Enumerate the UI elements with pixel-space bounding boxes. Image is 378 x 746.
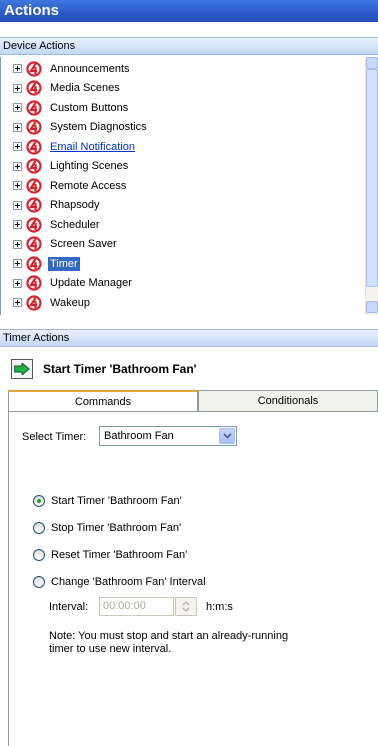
expand-plus-icon[interactable] (13, 259, 22, 268)
tree-item-label: Timer (48, 256, 80, 271)
tree-item[interactable]: Announcements (1, 59, 361, 78)
command-radio-option[interactable]: Stop Timer 'Bathroom Fan' (33, 520, 181, 536)
action-title: Start Timer 'Bathroom Fan' (43, 362, 197, 376)
expand-plus-icon[interactable] (13, 64, 22, 73)
tree-item[interactable]: Email Notification (1, 137, 361, 156)
interval-label: Interval: (49, 601, 89, 613)
control4-logo-icon (26, 99, 42, 116)
control4-logo-icon (26, 119, 42, 135)
control4-logo-icon (26, 138, 42, 155)
interval-spinner[interactable] (175, 597, 197, 616)
radio-label: Reset Timer 'Bathroom Fan' (51, 549, 188, 561)
radio-label: Start Timer 'Bathroom Fan' (51, 495, 182, 507)
control4-logo-icon (26, 236, 42, 252)
arrow-right-icon (14, 363, 30, 375)
expand-plus-icon[interactable] (13, 278, 22, 288)
expand-plus-icon[interactable] (13, 103, 22, 112)
command-radio-option[interactable]: Start Timer 'Bathroom Fan' (33, 493, 182, 509)
tree-item-label: Lighting Scenes (50, 160, 129, 172)
expand-plus-icon[interactable] (13, 142, 22, 151)
radio-label: Stop Timer 'Bathroom Fan' (51, 522, 182, 534)
tree-item-label: Media Scenes (50, 82, 120, 94)
interval-input[interactable]: 00:00:00 (99, 597, 174, 616)
tree-item[interactable]: Rhapsody (1, 196, 361, 215)
tree-item-label: Custom Buttons (50, 101, 129, 114)
tree-item-label: Wakeup (50, 296, 90, 309)
tree-item[interactable]: Update Manager (1, 274, 361, 293)
expand-plus-icon[interactable] (13, 181, 22, 190)
tree-item-label: System Diagnostics (50, 121, 147, 133)
timer-select-value: Bathroom Fan (104, 430, 174, 442)
tree-item-label: Scheduler (50, 218, 100, 231)
tree-item-label: Screen Saver (50, 238, 117, 250)
timer-select[interactable]: Bathroom Fan (99, 426, 237, 446)
tree-item[interactable]: System Diagnostics (1, 118, 361, 137)
control4-logo-icon (26, 275, 42, 291)
action-row: Start Timer 'Bathroom Fan' (0, 348, 378, 390)
control4-logo-icon (26, 60, 42, 77)
select-timer-label: Select Timer: (22, 431, 87, 443)
tree-item[interactable]: Custom Buttons (1, 98, 361, 117)
scroll-up-button[interactable] (366, 57, 378, 69)
expand-plus-icon[interactable] (13, 298, 22, 307)
expand-plus-icon[interactable] (13, 122, 22, 132)
tree-item[interactable]: Lighting Scenes (1, 157, 361, 176)
radio-button[interactable] (33, 522, 45, 534)
scroll-thumb[interactable] (366, 69, 378, 287)
tree-item[interactable]: Screen Saver (1, 235, 361, 254)
control4-logo-icon (26, 255, 42, 272)
tree-item-label: Rhapsody (50, 199, 100, 211)
tree-item[interactable]: Timer (1, 254, 361, 273)
tree-item[interactable]: Wakeup (1, 293, 361, 312)
control4-logo-icon (26, 177, 42, 194)
tree-item[interactable]: Media Scenes (1, 79, 361, 98)
spinner-arrows-icon (182, 601, 190, 612)
tab-strip: Commands Conditionals (0, 390, 378, 412)
tree-item[interactable]: Scheduler (1, 215, 361, 234)
tree-item[interactable]: Remote Access (1, 176, 361, 195)
expand-plus-icon[interactable] (13, 83, 22, 93)
command-radio-option[interactable]: Change 'Bathroom Fan' Interval (33, 574, 206, 590)
window-title: Actions (0, 0, 378, 22)
chevron-down-icon[interactable] (219, 428, 235, 444)
expand-plus-icon[interactable] (13, 239, 22, 249)
control4-logo-icon (26, 294, 42, 311)
tree-scrollbar[interactable] (365, 57, 378, 315)
timer-actions-header: Timer Actions (0, 329, 378, 347)
tab-conditionals[interactable]: Conditionals (198, 390, 378, 412)
device-actions-tree: Announcements Media Scenes Custom Buttons S… (0, 57, 378, 315)
radio-button[interactable] (33, 576, 45, 588)
tree-item-label: Update Manager (50, 277, 132, 289)
execute-action-button[interactable] (11, 359, 33, 379)
control4-logo-icon (26, 158, 42, 174)
control4-logo-icon (26, 80, 42, 96)
expand-plus-icon[interactable] (13, 200, 22, 210)
command-radio-option[interactable]: Reset Timer 'Bathroom Fan' (33, 547, 187, 563)
radio-label: Change 'Bathroom Fan' Interval (51, 576, 206, 588)
interval-units: h:m:s (206, 601, 233, 613)
tree-item-label: Email Notification (50, 140, 135, 153)
radio-button[interactable] (33, 495, 45, 507)
tree-item-label: Remote Access (50, 179, 127, 192)
expand-plus-icon[interactable] (13, 220, 22, 229)
tab-commands[interactable]: Commands (8, 390, 198, 412)
expand-plus-icon[interactable] (13, 161, 22, 171)
tree-item-label: Announcements (50, 62, 130, 75)
radio-button[interactable] (33, 549, 45, 561)
control4-logo-icon (26, 197, 42, 213)
note-text: Note: You must stop and start an already… (49, 630, 289, 655)
control4-logo-icon (26, 216, 42, 233)
device-actions-header: Device Actions (0, 37, 378, 55)
scroll-down-button[interactable] (366, 301, 378, 313)
